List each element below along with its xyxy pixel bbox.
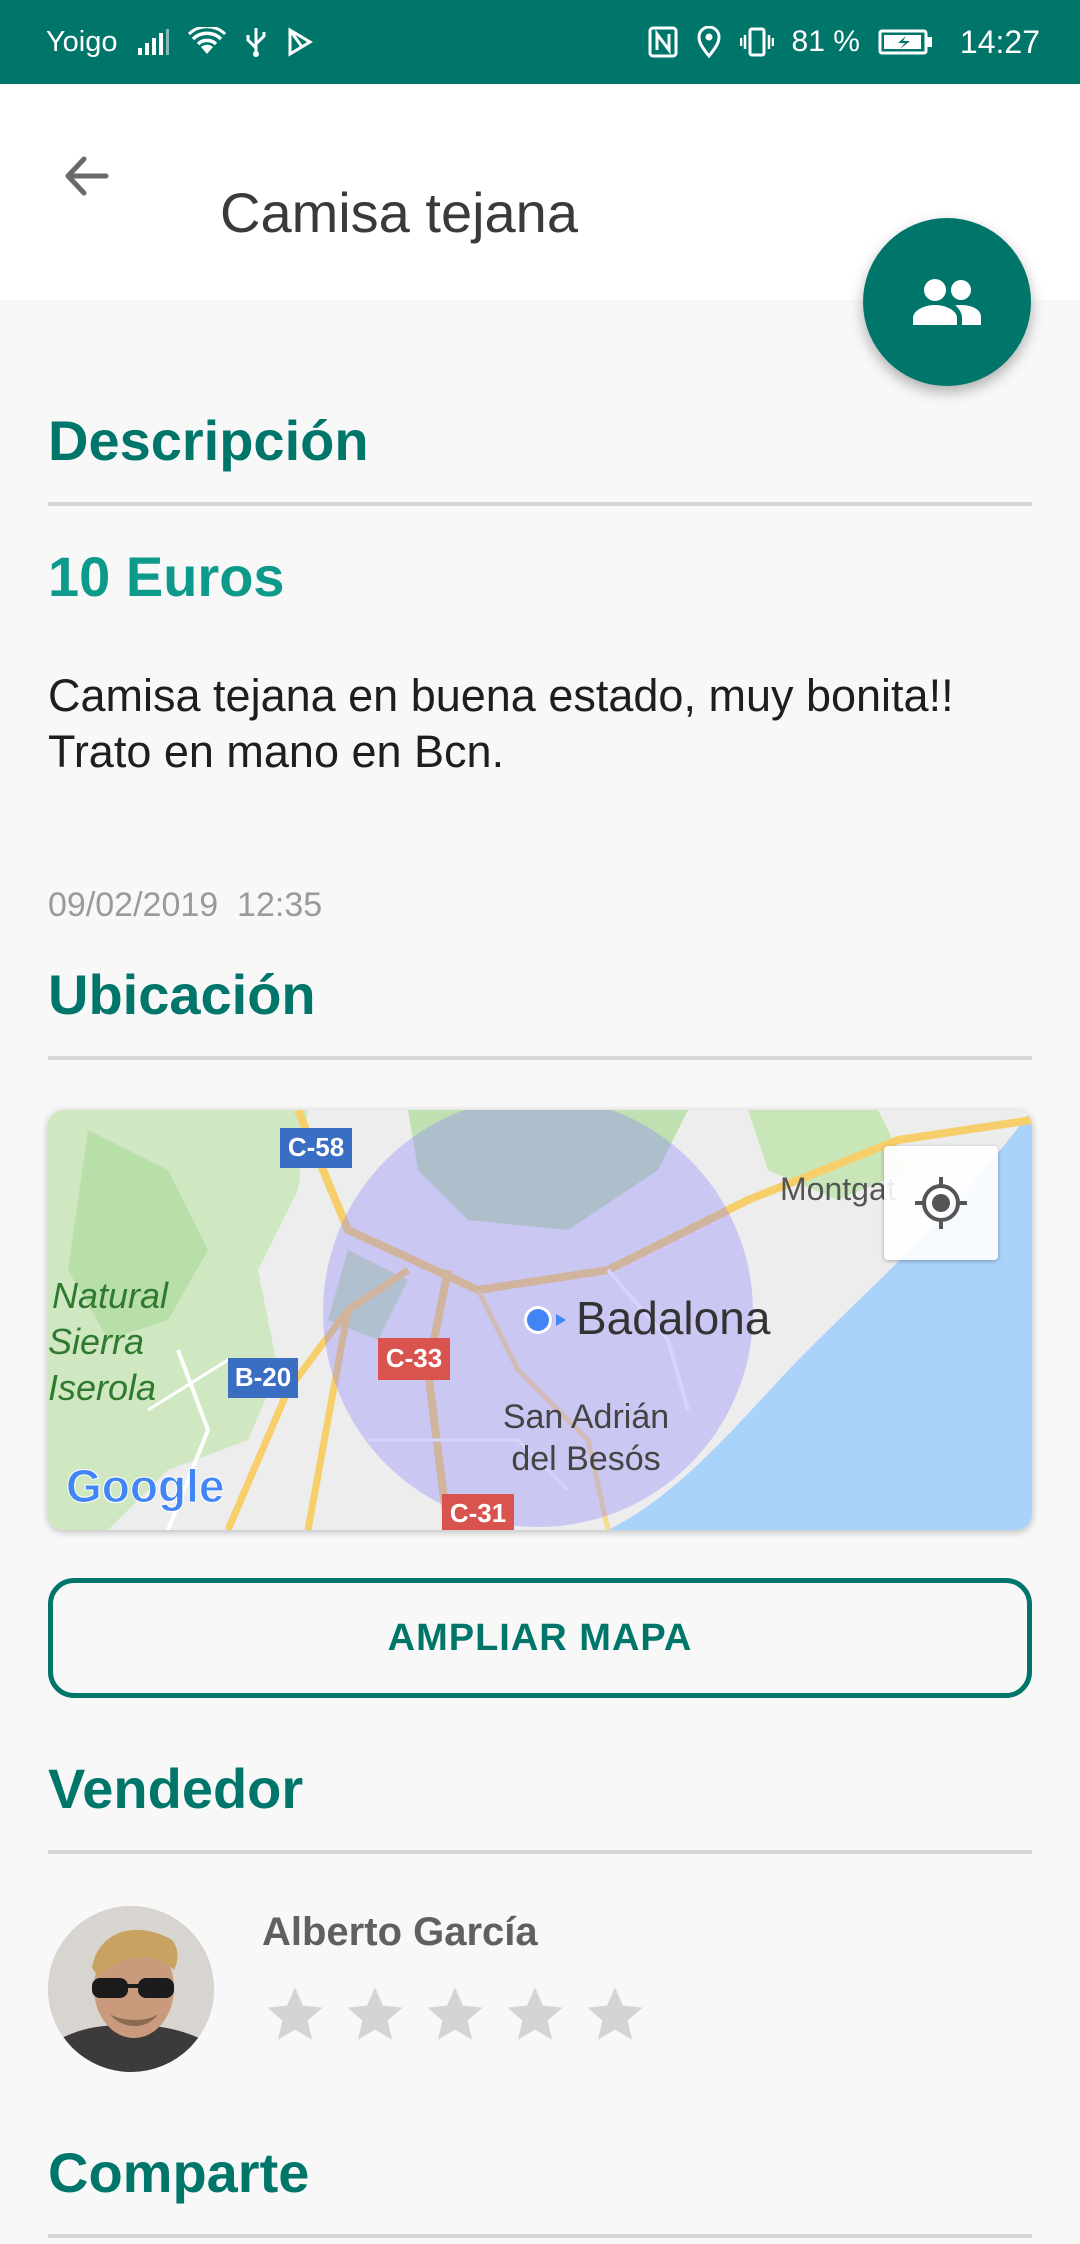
map-label-san-adrian: San Adrián: [503, 1398, 669, 1436]
clock: 14:27: [959, 23, 1040, 60]
vibrate-icon: [739, 26, 774, 58]
google-logo: Google: [66, 1460, 224, 1512]
status-left: Yoigo: [46, 26, 314, 59]
listing-description: Camisa tejana en buena estado, muy bonit…: [48, 670, 954, 777]
map-label-natural: Natural: [52, 1275, 169, 1316]
page-title: Camisa tejana: [220, 181, 578, 244]
map-label-badalona: Badalona: [576, 1292, 771, 1344]
road-label-c31: C-31: [450, 1498, 506, 1528]
star-icon[interactable]: [502, 1982, 568, 2048]
location-icon: [696, 26, 722, 58]
star-icon[interactable]: [582, 1982, 648, 2048]
nfc-icon: [648, 26, 678, 58]
divider: [48, 1850, 1032, 1854]
section-title-description: Descripción: [48, 409, 369, 472]
road-label-c58: C-58: [288, 1132, 344, 1162]
listing-price: 10 Euros: [48, 545, 285, 608]
seller-rating: [262, 1982, 648, 2048]
wifi-icon: [187, 27, 226, 57]
people-icon: [911, 277, 983, 327]
star-icon[interactable]: [422, 1982, 488, 2048]
location-map[interactable]: C-58 B-20 C-33 C-31 Badalona Montgat Nat…: [48, 1110, 1032, 1530]
seller-name: Alberto García: [262, 1910, 538, 1954]
divider: [48, 1056, 1032, 1060]
section-title-seller: Vendedor: [48, 1757, 304, 1820]
crosshair-icon: [911, 1173, 971, 1233]
map-label-iserola: Iserola: [48, 1367, 156, 1408]
back-button[interactable]: [46, 136, 126, 216]
battery-icon: [878, 28, 934, 56]
status-bar: Yoigo 81 % 14:27: [0, 0, 1080, 84]
seller-avatar[interactable]: [48, 1906, 214, 2072]
map-label-del-besos: del Besós: [511, 1440, 660, 1478]
usb-icon: [244, 26, 268, 58]
star-icon[interactable]: [342, 1982, 408, 2048]
section-title-location: Ubicación: [48, 963, 316, 1026]
divider: [48, 2234, 1032, 2238]
arrow-back-icon: [60, 150, 112, 202]
battery-percent: 81 %: [791, 25, 860, 58]
map-label-sierra: Sierra: [48, 1321, 144, 1362]
section-title-share: Comparte: [48, 2141, 310, 2204]
status-right: 81 % 14:27: [648, 24, 1040, 61]
contact-seller-fab[interactable]: [863, 218, 1031, 386]
listing-date: 09/02/2019 12:35: [48, 886, 323, 924]
divider: [48, 502, 1032, 506]
road-label-c33: C-33: [386, 1343, 442, 1373]
map-label-montgat: Montgat: [780, 1171, 896, 1207]
signal-icon: [136, 28, 170, 56]
expand-map-button[interactable]: AMPLIAR MAPA: [48, 1578, 1032, 1698]
star-icon[interactable]: [262, 1982, 328, 2048]
play-store-icon: [286, 27, 314, 57]
my-location-button[interactable]: [884, 1146, 998, 1260]
carrier-label: Yoigo: [46, 25, 118, 58]
road-label-b20: B-20: [235, 1362, 291, 1392]
